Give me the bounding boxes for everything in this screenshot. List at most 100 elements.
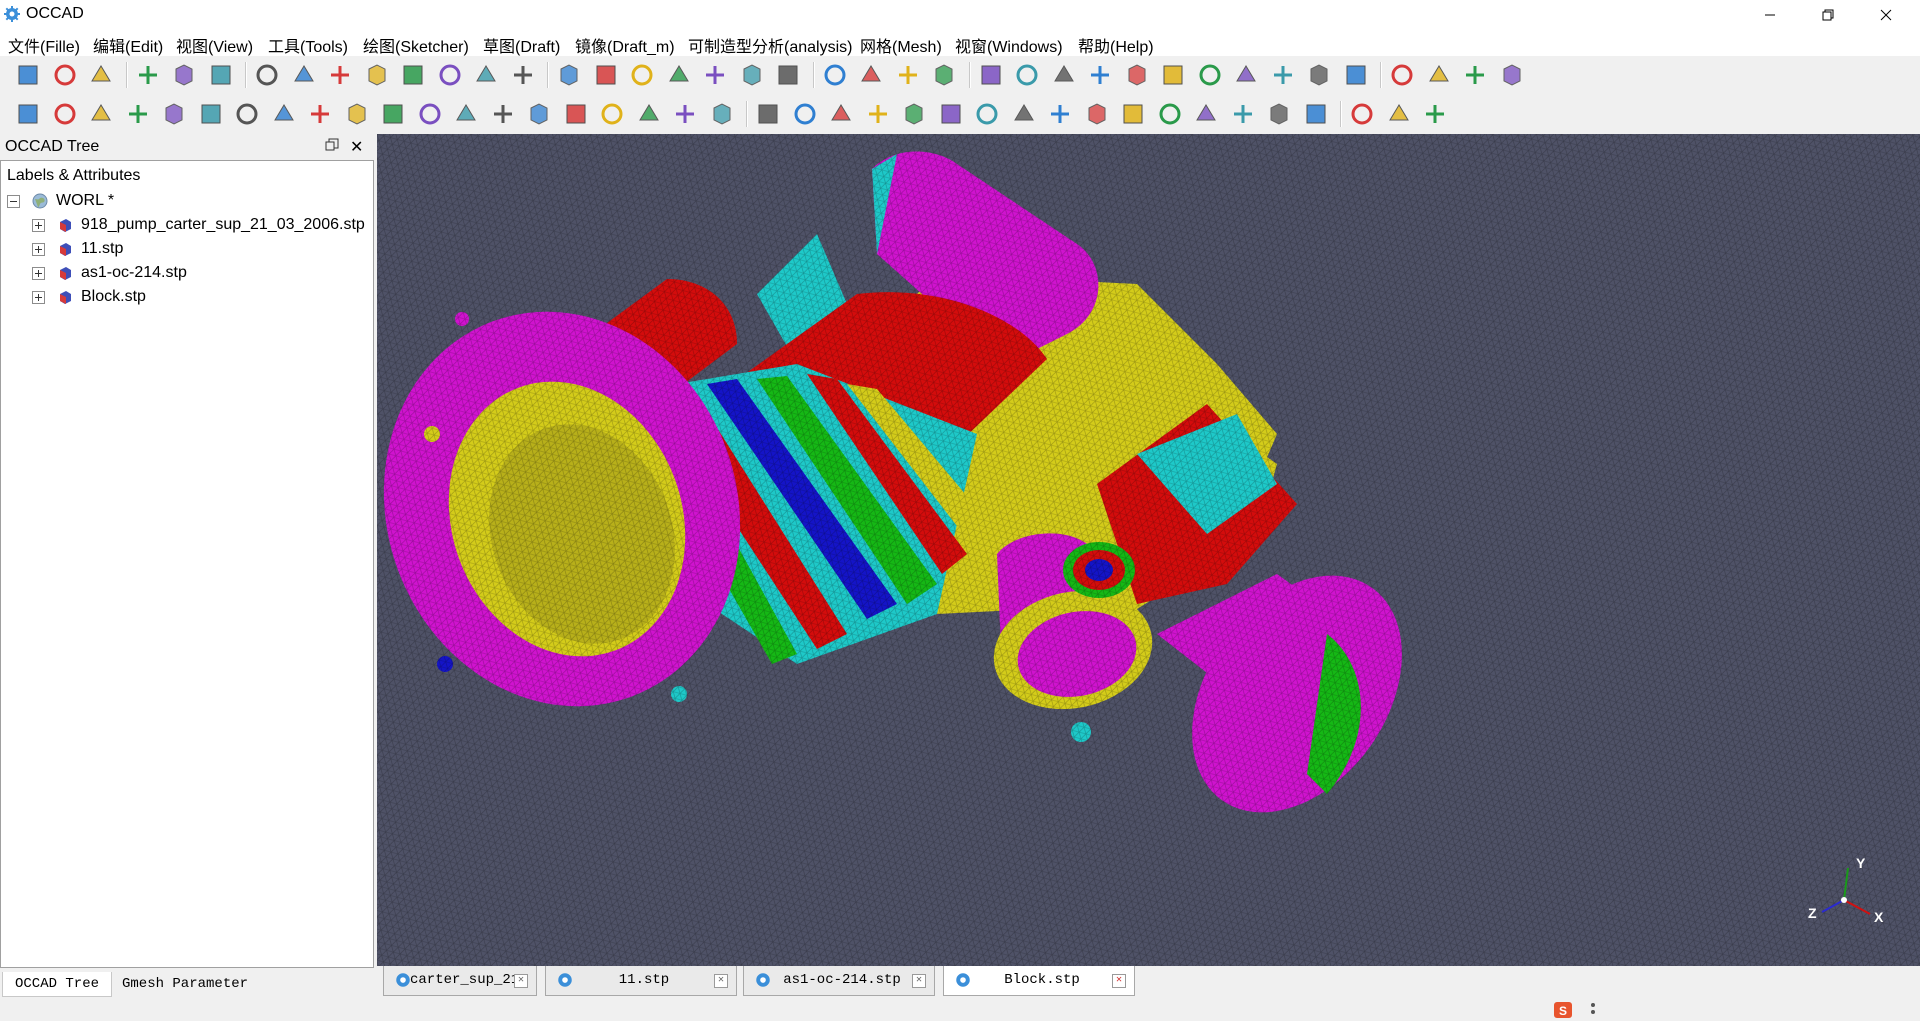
- tree-item[interactable]: 918_pump_carter_sup_21_03_2006.stp: [32, 214, 365, 236]
- label-icon[interactable]: [1498, 61, 1526, 89]
- stop-icon[interactable]: [1421, 100, 1449, 128]
- zoom-icon[interactable]: [290, 61, 318, 89]
- circle-icon[interactable]: [1050, 61, 1078, 89]
- menu-windows[interactable]: 视窗(Windows): [955, 33, 1063, 57]
- sogou-ime-icon[interactable]: S: [1553, 1001, 1573, 1019]
- edit-icon[interactable]: [598, 100, 626, 128]
- 3d-viewport[interactable]: Y X Z: [377, 134, 1920, 966]
- menu-analysis[interactable]: 可制造型分析(analysis): [688, 33, 852, 57]
- snap-midpoint-icon[interactable]: [864, 100, 892, 128]
- minimize-button[interactable]: [1741, 0, 1799, 29]
- view-iso-icon[interactable]: [774, 61, 802, 89]
- array-icon[interactable]: [489, 100, 517, 128]
- snap-dimension-icon[interactable]: [1265, 100, 1293, 128]
- grid-icon[interactable]: [754, 100, 782, 128]
- polygon-icon[interactable]: [1159, 61, 1187, 89]
- copy-icon[interactable]: [170, 61, 198, 89]
- split-icon[interactable]: [379, 100, 407, 128]
- save-icon[interactable]: [87, 61, 115, 89]
- stretch-icon[interactable]: [124, 100, 152, 128]
- wireframe-cube-icon[interactable]: [399, 61, 427, 89]
- expand-toggle-icon[interactable]: [32, 218, 45, 232]
- menu-draft-mirror[interactable]: 镜像(Draft_m): [575, 33, 675, 57]
- tree-item[interactable]: Block.stp: [32, 286, 146, 308]
- polyline-icon[interactable]: [1013, 61, 1041, 89]
- expand-toggle-icon[interactable]: [32, 242, 45, 256]
- menu-sketcher[interactable]: 绘图(Sketcher): [363, 33, 469, 57]
- collapse-toggle-icon[interactable]: [7, 194, 20, 208]
- dock-close-icon[interactable]: ✕: [350, 137, 363, 157]
- expand-toggle-icon[interactable]: [32, 266, 45, 280]
- doc-tab[interactable]: carter_sup_21_03 ✕: [383, 966, 537, 996]
- tree-root[interactable]: WORL *: [7, 190, 114, 212]
- menu-mesh[interactable]: 网格(Mesh): [860, 33, 942, 57]
- lock-icon[interactable]: [791, 100, 819, 128]
- view-right-icon[interactable]: [738, 61, 766, 89]
- move-icon[interactable]: [14, 100, 42, 128]
- pump-carter-mesh-model[interactable]: [377, 134, 1920, 966]
- ellipse-icon[interactable]: [1123, 61, 1151, 89]
- rotate-icon[interactable]: [51, 100, 79, 128]
- arc-icon[interactable]: [1086, 61, 1114, 89]
- revolve-icon[interactable]: [452, 100, 480, 128]
- tab-close-icon[interactable]: ✕: [714, 974, 728, 988]
- float-icon[interactable]: [325, 138, 339, 152]
- rectangle-icon[interactable]: [1196, 61, 1224, 89]
- measure-ruler-icon[interactable]: [821, 61, 849, 89]
- wire-box-icon[interactable]: [436, 61, 464, 89]
- restore-button[interactable]: [1799, 0, 1857, 29]
- snap-parallel-icon[interactable]: [900, 100, 928, 128]
- show-hidden-icon[interactable]: [1302, 100, 1330, 128]
- snap-perpendicular-icon[interactable]: [1046, 100, 1074, 128]
- tree-view[interactable]: Labels & Attributes WORL * 918_pump_cart…: [0, 160, 374, 968]
- cut-icon[interactable]: [134, 61, 162, 89]
- tab-close-icon[interactable]: ✕: [1112, 974, 1126, 988]
- upgrade-icon[interactable]: [270, 100, 298, 128]
- bezier-icon[interactable]: [1461, 61, 1489, 89]
- zoom-fit-icon[interactable]: [253, 61, 281, 89]
- trim-icon[interactable]: [306, 100, 334, 128]
- view-front-icon[interactable]: [555, 61, 583, 89]
- clone-icon[interactable]: [562, 100, 590, 128]
- shape-icon[interactable]: [1425, 61, 1453, 89]
- menu-tools[interactable]: 工具(Tools): [268, 33, 348, 57]
- view-left-icon[interactable]: [701, 61, 729, 89]
- join-icon[interactable]: [343, 100, 371, 128]
- menu-file[interactable]: 文件(Fille): [8, 33, 80, 57]
- new-file-icon[interactable]: [14, 61, 42, 89]
- snap-center-icon[interactable]: [1119, 100, 1147, 128]
- menu-help[interactable]: 帮助(Help): [1078, 33, 1154, 57]
- paste-icon[interactable]: [207, 61, 235, 89]
- tab-gmesh-parameter[interactable]: Gmesh Parameter: [110, 972, 260, 996]
- menu-draft[interactable]: 草图(Draft): [483, 33, 560, 57]
- open-folder-icon[interactable]: [51, 61, 79, 89]
- up-icon[interactable]: [160, 100, 188, 128]
- doc-tab[interactable]: as1-oc-214.stp ✕: [743, 966, 935, 996]
- point-icon[interactable]: [1342, 61, 1370, 89]
- project-icon[interactable]: [708, 100, 736, 128]
- view-bottom-icon[interactable]: [665, 61, 693, 89]
- down-icon[interactable]: [197, 100, 225, 128]
- snap-extension-icon[interactable]: [1010, 100, 1038, 128]
- tree-item[interactable]: 11.stp: [32, 238, 123, 260]
- tab-close-icon[interactable]: ✕: [912, 974, 926, 988]
- offset-icon[interactable]: [87, 100, 115, 128]
- view-back-icon[interactable]: [592, 61, 620, 89]
- extrude-icon[interactable]: [416, 100, 444, 128]
- menu-view[interactable]: 视图(View): [176, 33, 253, 57]
- menu-edit[interactable]: 编辑(Edit): [93, 33, 163, 57]
- nc-analysis-icon[interactable]: [1348, 100, 1376, 128]
- tab-occad-tree[interactable]: OCCAD Tree: [2, 972, 113, 997]
- s-curve-icon[interactable]: [1388, 61, 1416, 89]
- doc-tab-active[interactable]: Block.stp ✕: [943, 966, 1135, 996]
- image-icon[interactable]: [930, 61, 958, 89]
- scale-icon[interactable]: [233, 100, 261, 128]
- mirror-icon[interactable]: [635, 100, 663, 128]
- shading-off-icon[interactable]: [326, 61, 354, 89]
- snap-ortho-icon[interactable]: [1156, 100, 1184, 128]
- slope-icon[interactable]: [671, 100, 699, 128]
- points-icon[interactable]: [472, 61, 500, 89]
- gc-analysis-icon[interactable]: [1385, 100, 1413, 128]
- shaded-cube-icon[interactable]: [363, 61, 391, 89]
- text-icon[interactable]: [1232, 61, 1260, 89]
